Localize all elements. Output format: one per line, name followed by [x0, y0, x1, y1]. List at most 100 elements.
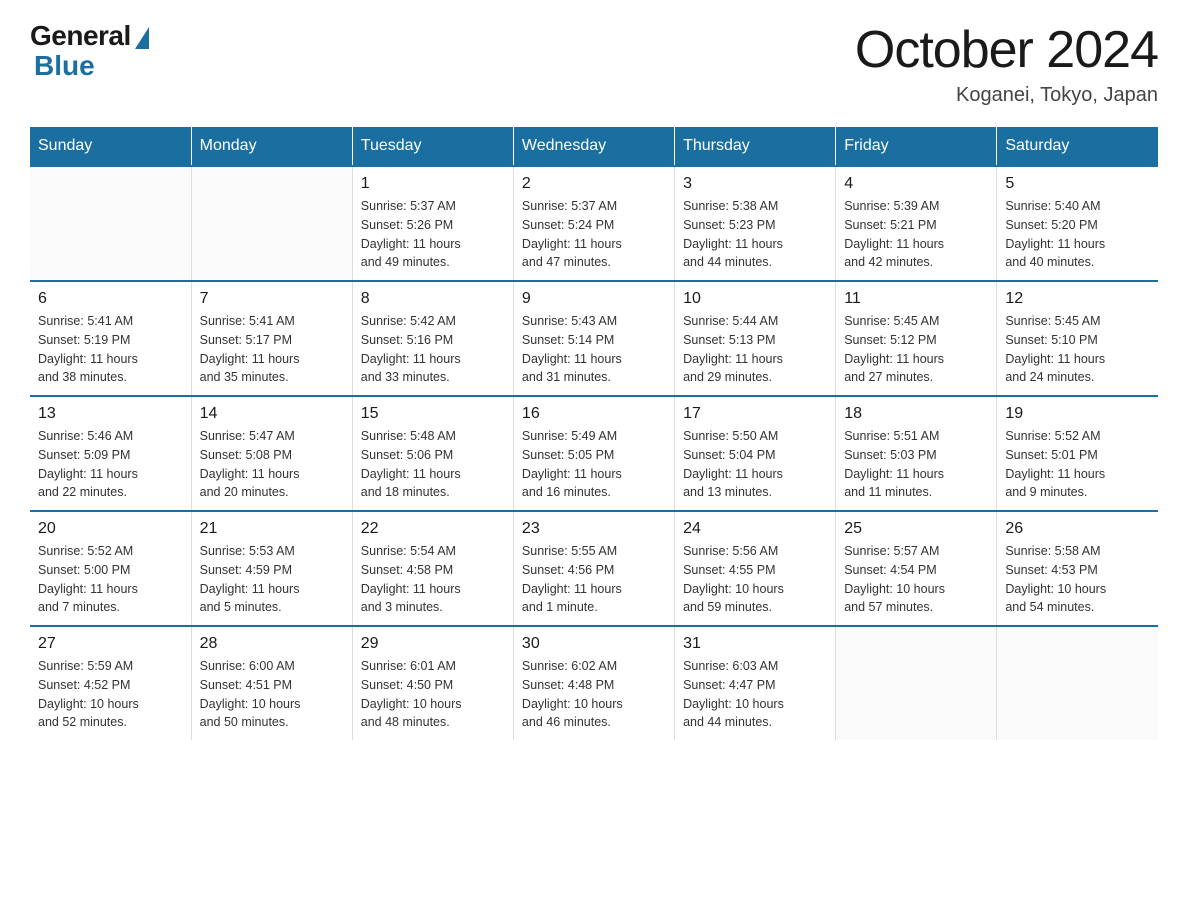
calendar-header-row: SundayMondayTuesdayWednesdayThursdayFrid… [30, 127, 1158, 166]
day-info: Sunrise: 5:53 AMSunset: 4:59 PMDaylight:… [200, 542, 344, 617]
calendar-cell: 2 Sunrise: 5:37 AMSunset: 5:24 PMDaylight… [513, 166, 674, 281]
calendar-cell [997, 626, 1158, 740]
calendar-cell: 5 Sunrise: 5:40 AMSunset: 5:20 PMDaylight… [997, 166, 1158, 281]
calendar-cell: 30Sunrise: 6:02 AMSunset: 4:48 PMDayligh… [513, 626, 674, 740]
day-info: Sunrise: 5:37 AMSunset: 5:24 PMDaylight:… [522, 197, 666, 272]
day-number: 7 [200, 290, 344, 308]
day-info: Sunrise: 5:38 AMSunset: 5:23 PMDaylight:… [683, 197, 827, 272]
day-number: 25 [844, 520, 988, 538]
day-info: Sunrise: 5:45 AMSunset: 5:10 PMDaylight:… [1005, 312, 1150, 387]
day-info: Sunrise: 5:37 AMSunset: 5:26 PMDaylight:… [361, 197, 505, 272]
calendar-week-1: 1 Sunrise: 5:37 AMSunset: 5:26 PMDaylight… [30, 166, 1158, 281]
calendar-week-2: 6Sunrise: 5:41 AMSunset: 5:19 PMDaylight… [30, 281, 1158, 396]
day-info: Sunrise: 5:39 AMSunset: 5:21 PMDaylight:… [844, 197, 988, 272]
calendar-cell: 16 Sunrise: 5:49 AMSunset: 5:05 PMDayligh… [513, 396, 674, 511]
day-number: 15 [361, 405, 505, 423]
day-number: 5 [1005, 175, 1150, 193]
column-header-wednesday: Wednesday [513, 127, 674, 166]
day-number: 30 [522, 635, 666, 653]
day-number: 22 [361, 520, 505, 538]
calendar-week-3: 13 Sunrise: 5:46 AMSunset: 5:09 PMDayligh… [30, 396, 1158, 511]
day-number: 16 [522, 405, 666, 423]
day-number: 9 [522, 290, 666, 308]
day-info: Sunrise: 5:54 AMSunset: 4:58 PMDaylight:… [361, 542, 505, 617]
calendar-cell [836, 626, 997, 740]
calendar-cell: 13 Sunrise: 5:46 AMSunset: 5:09 PMDayligh… [30, 396, 191, 511]
day-number: 17 [683, 405, 827, 423]
day-info: Sunrise: 5:41 AMSunset: 5:17 PMDaylight:… [200, 312, 344, 387]
calendar-cell: 8 Sunrise: 5:42 AMSunset: 5:16 PMDaylight… [352, 281, 513, 396]
day-info: Sunrise: 5:51 AMSunset: 5:03 PMDaylight:… [844, 427, 988, 502]
day-number: 31 [683, 635, 827, 653]
day-number: 18 [844, 405, 988, 423]
column-header-tuesday: Tuesday [352, 127, 513, 166]
calendar-cell: 31 Sunrise: 6:03 AMSunset: 4:47 PMDayligh… [675, 626, 836, 740]
day-number: 13 [38, 405, 183, 423]
calendar-title: October 2024 [855, 20, 1158, 80]
day-info: Sunrise: 5:43 AMSunset: 5:14 PMDaylight:… [522, 312, 666, 387]
day-info: Sunrise: 5:57 AMSunset: 4:54 PMDaylight:… [844, 542, 988, 617]
calendar-cell: 1 Sunrise: 5:37 AMSunset: 5:26 PMDaylight… [352, 166, 513, 281]
day-info: Sunrise: 5:47 AMSunset: 5:08 PMDaylight:… [200, 427, 344, 502]
day-info: Sunrise: 5:40 AMSunset: 5:20 PMDaylight:… [1005, 197, 1150, 272]
calendar-cell: 23 Sunrise: 5:55 AMSunset: 4:56 PMDayligh… [513, 511, 674, 626]
calendar-cell: 20Sunrise: 5:52 AMSunset: 5:00 PMDayligh… [30, 511, 191, 626]
calendar-cell: 19Sunrise: 5:52 AMSunset: 5:01 PMDayligh… [997, 396, 1158, 511]
column-header-monday: Monday [191, 127, 352, 166]
calendar-cell: 9 Sunrise: 5:43 AMSunset: 5:14 PMDaylight… [513, 281, 674, 396]
day-info: Sunrise: 5:45 AMSunset: 5:12 PMDaylight:… [844, 312, 988, 387]
logo-triangle-icon [135, 27, 149, 49]
day-info: Sunrise: 5:46 AMSunset: 5:09 PMDaylight:… [38, 427, 183, 502]
day-number: 20 [38, 520, 183, 538]
day-info: Sunrise: 6:03 AMSunset: 4:47 PMDaylight:… [683, 657, 827, 732]
calendar-cell: 28 Sunrise: 6:00 AMSunset: 4:51 PMDayligh… [191, 626, 352, 740]
day-number: 8 [361, 290, 505, 308]
day-number: 21 [200, 520, 344, 538]
day-info: Sunrise: 6:00 AMSunset: 4:51 PMDaylight:… [200, 657, 344, 732]
day-info: Sunrise: 5:42 AMSunset: 5:16 PMDaylight:… [361, 312, 505, 387]
calendar-cell: 17Sunrise: 5:50 AMSunset: 5:04 PMDayligh… [675, 396, 836, 511]
day-info: Sunrise: 5:49 AMSunset: 5:05 PMDaylight:… [522, 427, 666, 502]
day-number: 1 [361, 175, 505, 193]
day-number: 28 [200, 635, 344, 653]
calendar-cell: 15Sunrise: 5:48 AMSunset: 5:06 PMDayligh… [352, 396, 513, 511]
column-header-thursday: Thursday [675, 127, 836, 166]
column-header-friday: Friday [836, 127, 997, 166]
calendar-week-5: 27 Sunrise: 5:59 AMSunset: 4:52 PMDayligh… [30, 626, 1158, 740]
day-number: 2 [522, 175, 666, 193]
calendar-cell: 7 Sunrise: 5:41 AMSunset: 5:17 PMDaylight… [191, 281, 352, 396]
day-info: Sunrise: 5:44 AMSunset: 5:13 PMDaylight:… [683, 312, 827, 387]
day-number: 10 [683, 290, 827, 308]
calendar-cell: 14 Sunrise: 5:47 AMSunset: 5:08 PMDayligh… [191, 396, 352, 511]
column-header-saturday: Saturday [997, 127, 1158, 166]
calendar-cell: 11 Sunrise: 5:45 AMSunset: 5:12 PMDayligh… [836, 281, 997, 396]
day-number: 27 [38, 635, 183, 653]
calendar-cell: 12Sunrise: 5:45 AMSunset: 5:10 PMDayligh… [997, 281, 1158, 396]
calendar-cell: 18 Sunrise: 5:51 AMSunset: 5:03 PMDayligh… [836, 396, 997, 511]
column-header-sunday: Sunday [30, 127, 191, 166]
calendar-subtitle: Koganei, Tokyo, Japan [855, 84, 1158, 107]
calendar-cell: 26Sunrise: 5:58 AMSunset: 4:53 PMDayligh… [997, 511, 1158, 626]
calendar-cell: 10 Sunrise: 5:44 AMSunset: 5:13 PMDayligh… [675, 281, 836, 396]
day-info: Sunrise: 5:41 AMSunset: 5:19 PMDaylight:… [38, 312, 183, 387]
calendar-cell: 3 Sunrise: 5:38 AMSunset: 5:23 PMDaylight… [675, 166, 836, 281]
logo-general-text: General [30, 20, 131, 52]
day-info: Sunrise: 5:56 AMSunset: 4:55 PMDaylight:… [683, 542, 827, 617]
day-info: Sunrise: 5:55 AMSunset: 4:56 PMDaylight:… [522, 542, 666, 617]
day-number: 11 [844, 290, 988, 308]
calendar-cell: 6Sunrise: 5:41 AMSunset: 5:19 PMDaylight… [30, 281, 191, 396]
logo-blue-text: Blue [34, 50, 95, 82]
day-number: 3 [683, 175, 827, 193]
day-number: 14 [200, 405, 344, 423]
calendar-cell: 22 Sunrise: 5:54 AMSunset: 4:58 PMDayligh… [352, 511, 513, 626]
logo: General Blue [30, 20, 149, 82]
day-info: Sunrise: 5:52 AMSunset: 5:01 PMDaylight:… [1005, 427, 1150, 502]
title-section: October 2024 Koganei, Tokyo, Japan [855, 20, 1158, 107]
calendar-cell [30, 166, 191, 281]
day-number: 29 [361, 635, 505, 653]
day-number: 26 [1005, 520, 1150, 538]
page-header: General Blue October 2024 Koganei, Tokyo… [30, 20, 1158, 107]
day-number: 23 [522, 520, 666, 538]
calendar-cell: 4Sunrise: 5:39 AMSunset: 5:21 PMDaylight… [836, 166, 997, 281]
day-info: Sunrise: 5:59 AMSunset: 4:52 PMDaylight:… [38, 657, 183, 732]
